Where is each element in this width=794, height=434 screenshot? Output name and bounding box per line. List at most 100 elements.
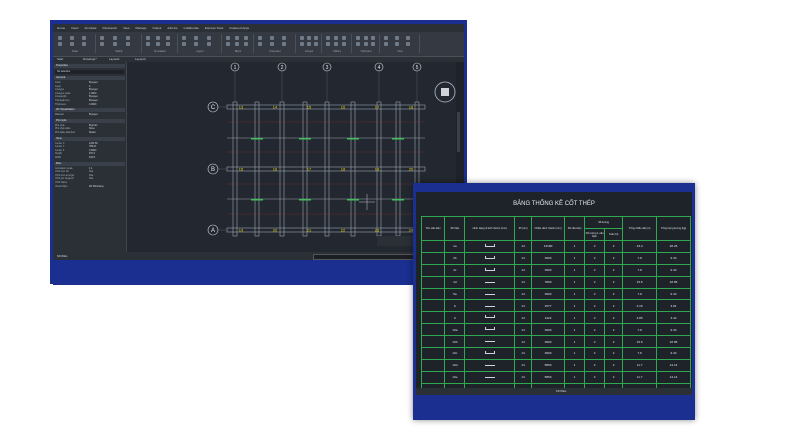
ribbon-tool-icon[interactable] [81,36,86,40]
ribbon-tool-icon[interactable] [258,36,262,40]
ribbon-tool-icon[interactable] [326,36,330,40]
property-row[interactable]: Center X 1234.56 [55,142,124,145]
file-tab[interactable]: Layout1 [109,57,120,61]
menu-item[interactable]: Express Tools [205,26,224,30]
ribbon-tool-icon[interactable] [243,42,248,46]
ribbon-tool-icon[interactable] [269,42,274,46]
menu-item[interactable]: Home [57,26,65,30]
ribbon-tool-icon[interactable] [314,36,319,40]
ribbon-tool-icon[interactable] [356,36,360,40]
ribbon-tool-icon[interactable] [406,36,411,40]
property-row[interactable]: Plot table attached Model [55,131,124,134]
ribbon-tool-icon[interactable] [371,36,376,40]
ribbon-tool-icon[interactable] [182,42,186,46]
file-tab[interactable]: Drawing1* [83,57,97,61]
property-row[interactable]: Linetype ByLayer [55,88,124,91]
menu-item[interactable]: Insert [71,26,79,30]
property-row[interactable]: Linetype scale 1.0000 [55,92,124,95]
ribbon-tool-icon[interactable] [342,36,347,40]
ribbon-tool-icon[interactable] [395,36,400,40]
ribbon-tool-icon[interactable] [307,36,312,40]
ribbon-tool-icon[interactable] [371,42,376,46]
drawing-canvas[interactable]: 1 2 3 4 5 C B A 13 14 15 16 17 18 15 16 17 18 19 20 19 20 21 22… [127,62,460,252]
menu-item[interactable]: Parametric [103,26,118,30]
ribbon-tool-icon[interactable] [156,42,160,46]
ribbon-tool-icon[interactable] [125,36,130,40]
ribbon-tool-icon[interactable] [226,42,230,46]
ribbon-tool-icon[interactable] [395,42,400,46]
property-row[interactable]: Layer 0 [55,85,124,88]
property-row[interactable]: Plot style ByColor [55,124,124,127]
property-row[interactable]: UCS icon On Yes [55,170,124,173]
ribbon-tool-icon[interactable] [307,42,312,46]
ribbon-tool-icon[interactable] [406,42,411,46]
property-row[interactable]: Plot style table None [55,127,124,130]
model-tab[interactable]: MODEL [57,254,68,258]
ribbon-tool-icon[interactable] [69,42,74,46]
property-row[interactable]: Transparency ByLayer [55,99,124,102]
model-tab[interactable]: MODEL [556,389,567,393]
ribbon-tool-icon[interactable] [69,36,74,40]
property-row[interactable]: UCS icon at origin Yes [55,174,124,177]
menu-item[interactable]: Add-ins [167,26,177,30]
selection-dropdown[interactable]: No selection [55,70,124,74]
ribbon-tool-icon[interactable] [300,36,304,40]
palette-section-header[interactable]: Misc [54,161,125,166]
ribbon-tool-icon[interactable] [166,36,170,40]
ribbon-tool-icon[interactable] [269,36,274,40]
ribbon-tool-icon[interactable] [58,36,62,40]
ribbon-tool-icon[interactable] [363,42,368,46]
ribbon-tool-icon[interactable] [326,42,330,46]
property-row[interactable]: UCS per viewport Yes [55,177,124,180]
ribbon-tool-icon[interactable] [146,36,150,40]
property-row[interactable]: Height 457.2 [55,152,124,155]
ribbon-tool-icon[interactable] [281,36,286,40]
ribbon-tool-icon[interactable] [125,42,130,46]
ribbon-tool-icon[interactable] [112,36,117,40]
ribbon-tool-icon[interactable] [58,42,62,46]
ribbon-tool-icon[interactable] [100,42,104,46]
menu-item[interactable]: Annotate [85,26,97,30]
property-row[interactable]: Lineweight ByLayer [55,95,124,98]
menu-item[interactable]: Manage [136,26,147,30]
menu-item[interactable]: Output [152,26,161,30]
ribbon-tool-icon[interactable] [166,42,170,46]
property-row[interactable]: Center Y 789.01 [55,145,124,148]
property-row[interactable]: Color ByLayer [55,81,124,84]
ribbon-tool-icon[interactable] [334,42,339,46]
ribbon-tool-icon[interactable] [182,36,186,40]
palette-section-header[interactable]: Plot style [54,118,125,123]
property-row[interactable]: Material ByLayer [55,113,124,116]
ribbon-tool-icon[interactable] [243,36,248,40]
ribbon-tool-icon[interactable] [112,42,117,46]
ribbon-tool-icon[interactable] [384,42,388,46]
ribbon-tool-icon[interactable] [226,36,230,40]
ribbon-tool-icon[interactable] [356,42,360,46]
property-row[interactable]: Thickness 0.0000 [55,103,124,106]
ribbon-tool-icon[interactable] [342,42,347,46]
ribbon-tool-icon[interactable] [281,42,286,46]
ribbon-tool-icon[interactable] [194,42,199,46]
ribbon-tool-icon[interactable] [194,36,199,40]
ribbon-tool-icon[interactable] [384,36,388,40]
file-tab[interactable]: Layout2 [135,57,146,61]
palette-section-header[interactable]: General [54,76,125,80]
ribbon-tool-icon[interactable] [258,42,262,46]
property-row[interactable]: UCS Name [55,181,124,184]
property-row[interactable]: Annotation scale 1:1 [55,167,124,170]
ribbon-tool-icon[interactable] [100,36,104,40]
ribbon-tool-icon[interactable] [206,42,211,46]
ribbon-tool-icon[interactable] [300,42,304,46]
palette-section-header[interactable]: 3D Visualization [54,108,125,113]
palette-section-header[interactable]: View [54,136,125,141]
ribbon-tool-icon[interactable] [234,36,239,40]
menu-item[interactable]: Featured Apps [230,26,250,30]
ribbon-tool-icon[interactable] [156,36,160,40]
property-row[interactable]: Visual Style 2D Wireframe [55,185,124,188]
ribbon-tool-icon[interactable] [314,42,319,46]
ribbon-tool-icon[interactable] [206,36,211,40]
ribbon-tool-icon[interactable] [146,42,150,46]
file-tab[interactable]: Start [57,57,63,61]
menu-item[interactable]: View [123,26,129,30]
property-row[interactable]: Center Z 0.0000 [55,149,124,152]
